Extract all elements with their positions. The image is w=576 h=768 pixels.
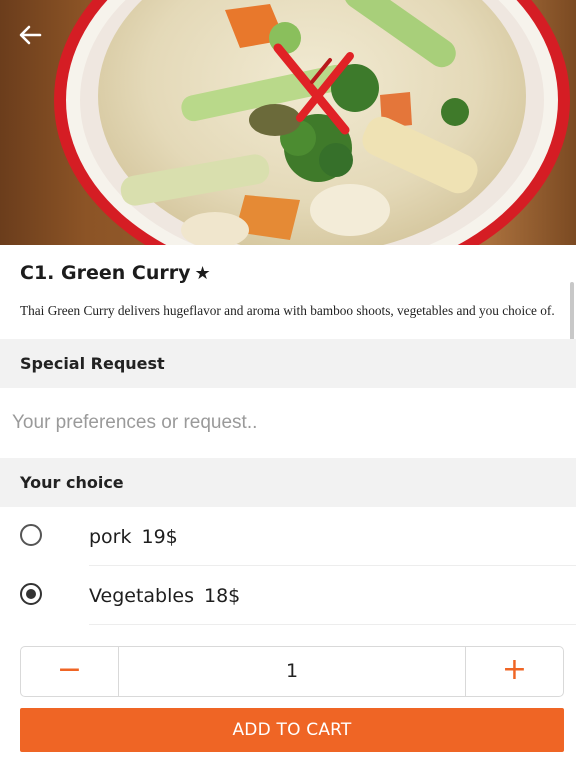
quantity-value: 1 [285, 660, 299, 682]
item-title-row: C1. Green Curry ★ [20, 262, 211, 284]
special-request-input[interactable] [0, 388, 560, 458]
option-label: Vegetables [89, 585, 194, 607]
item-description: Thai Green Curry delivers hugeflavor and… [20, 303, 555, 318]
add-to-cart-button[interactable]: ADD TO CART [20, 708, 564, 752]
radio-checked-icon[interactable] [20, 583, 42, 605]
quantity-stepper: − 1 + [20, 646, 564, 697]
radio-dot [25, 588, 36, 599]
option-label: pork [89, 526, 132, 548]
star-icon: ★ [194, 263, 211, 284]
divider [89, 565, 576, 566]
back-button[interactable] [14, 20, 46, 52]
special-request-header: Special Request [0, 339, 576, 388]
choice-header: Your choice [0, 458, 576, 507]
option-vegetables[interactable]: Vegetables 18$ [0, 567, 576, 625]
dish-image [0, 0, 576, 245]
radio-unchecked-icon[interactable] [20, 524, 42, 546]
choice-heading: Your choice [20, 473, 124, 492]
item-title: C1. Green Curry [20, 262, 191, 284]
arrow-left-icon [19, 25, 42, 45]
divider [89, 624, 576, 625]
option-price: 18$ [203, 585, 241, 607]
special-request-heading: Special Request [20, 354, 165, 373]
option-price: 19$ [141, 526, 178, 548]
increase-quantity-button[interactable]: + [465, 647, 563, 696]
decrease-quantity-button[interactable]: − [21, 647, 119, 696]
option-pork[interactable]: pork 19$ [0, 508, 576, 566]
